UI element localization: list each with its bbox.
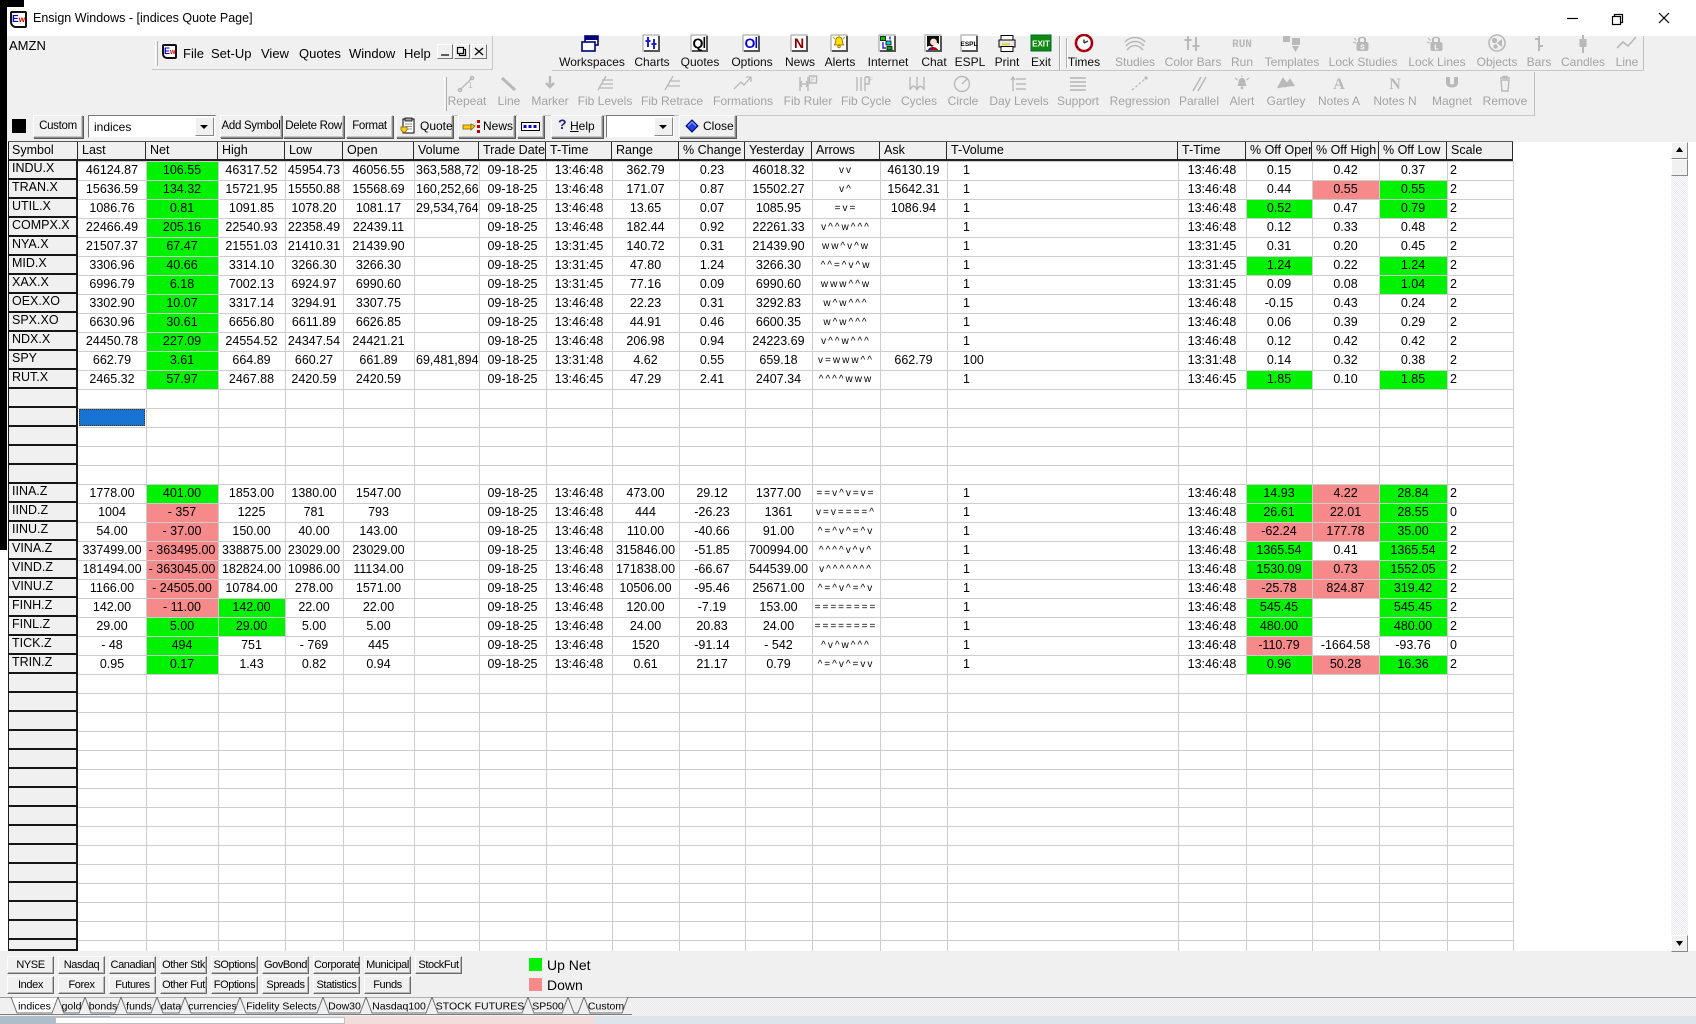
svg-text:data: data xyxy=(161,1001,182,1013)
svg-text:L: L xyxy=(1434,45,1439,52)
svg-text:Custom: Custom xyxy=(588,1001,624,1013)
svg-text:A: A xyxy=(1333,76,1345,93)
svg-text:Dow30: Dow30 xyxy=(328,1001,361,1013)
svg-text:Nasdaq100: Nasdaq100 xyxy=(372,1001,426,1013)
svg-text:O: O xyxy=(745,35,756,51)
svg-text:S: S xyxy=(1360,45,1365,52)
svg-text:F: F xyxy=(869,78,873,84)
svg-text:RUN: RUN xyxy=(1232,39,1252,51)
svg-text:F: F xyxy=(811,78,815,84)
svg-text:indices: indices xyxy=(18,1001,51,1013)
svg-text:1: 1 xyxy=(468,81,473,90)
svg-text:Q: Q xyxy=(693,35,704,51)
svg-text:N: N xyxy=(794,35,804,51)
svg-text:currencies: currencies xyxy=(188,1001,236,1013)
svg-text:STOCK FUTURES: STOCK FUTURES xyxy=(436,1001,524,1013)
svg-text:bonds: bonds xyxy=(89,1001,118,1013)
svg-text:gold: gold xyxy=(62,1001,82,1013)
svg-text:N: N xyxy=(1389,76,1401,93)
svg-text:Fidelity Selects: Fidelity Selects xyxy=(246,1001,317,1013)
svg-text:EXIT: EXIT xyxy=(1032,40,1050,49)
svg-text:SP500: SP500 xyxy=(532,1001,564,1013)
svg-text:funds: funds xyxy=(126,1001,152,1013)
svg-text:ESPL: ESPL xyxy=(961,41,978,48)
